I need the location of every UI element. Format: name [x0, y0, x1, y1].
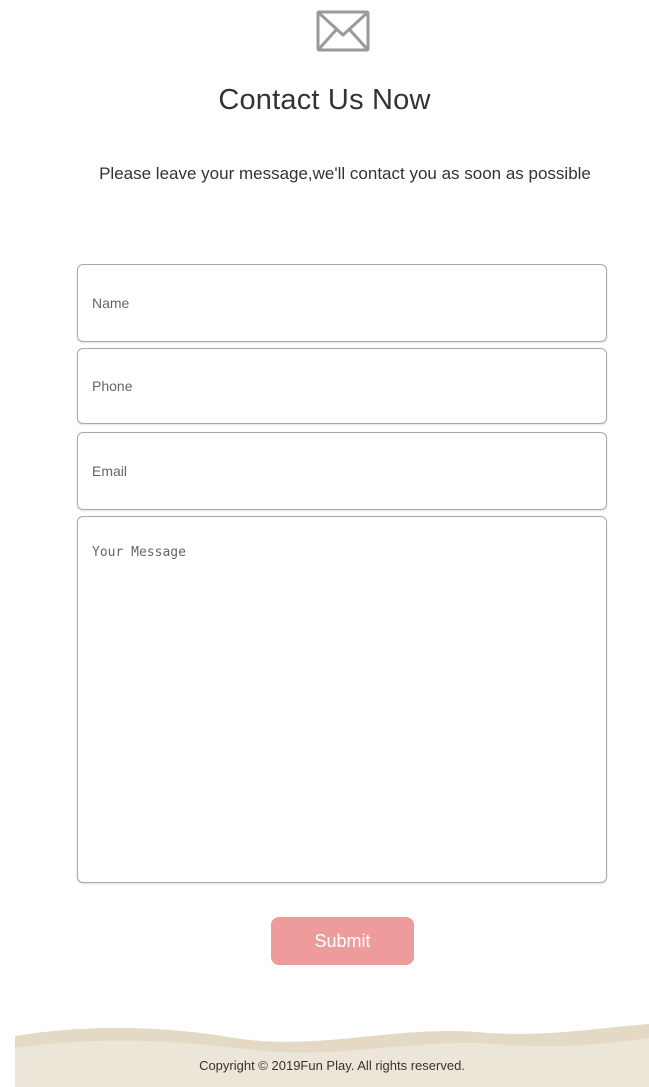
message-textarea[interactable]	[77, 516, 607, 883]
submit-button[interactable]: Submit	[271, 917, 414, 965]
name-input[interactable]	[77, 264, 607, 342]
page-subtitle: Please leave your message,we'll contact …	[99, 164, 591, 183]
phone-input[interactable]	[77, 348, 607, 424]
email-input[interactable]	[77, 432, 607, 510]
envelope-icon	[316, 10, 370, 52]
footer-wave-decoration	[15, 1018, 649, 1087]
page-title: Contact Us Now	[218, 84, 431, 116]
footer-copyright: Copyright © 2019Fun Play. All rights res…	[199, 1058, 465, 1073]
